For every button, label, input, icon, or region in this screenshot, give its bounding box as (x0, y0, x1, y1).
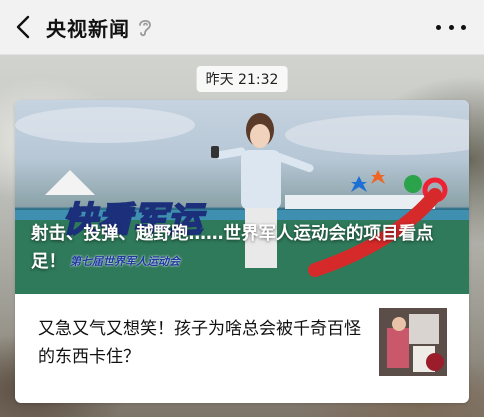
cover-article[interactable]: 快看军运 射击、投弹、越野跑……世界军人运动会的项目看点足！ 第七届世界军人运动会 (15, 100, 469, 294)
chevron-left-icon[interactable] (0, 0, 46, 54)
account-title: 央视新闻 (46, 16, 130, 41)
article-list-item[interactable]: 又急又气又想笑！孩子为啥总会被千奇百怪的东西卡住？ (15, 294, 469, 403)
article-thumbnail (379, 308, 447, 376)
ear-icon[interactable] (138, 17, 152, 37)
top-bar: 央视新闻 (0, 0, 484, 55)
cover-headline: 射击、投弹、越野跑……世界军人运动会的项目看点足！ 第七届世界军人运动会 (31, 220, 455, 276)
news-card[interactable]: 快看军运 射击、投弹、越野跑……世界军人运动会的项目看点足！ 第七届世界军人运动会… (15, 100, 469, 403)
message-timestamp: 昨天 21:32 (196, 66, 288, 92)
article-title: 又急又气又想笑！孩子为啥总会被千奇百怪的东西卡住？ (38, 319, 361, 367)
cover-subtitle: 第七届世界军人运动会 (70, 255, 180, 268)
more-dots-icon[interactable] (436, 16, 466, 38)
